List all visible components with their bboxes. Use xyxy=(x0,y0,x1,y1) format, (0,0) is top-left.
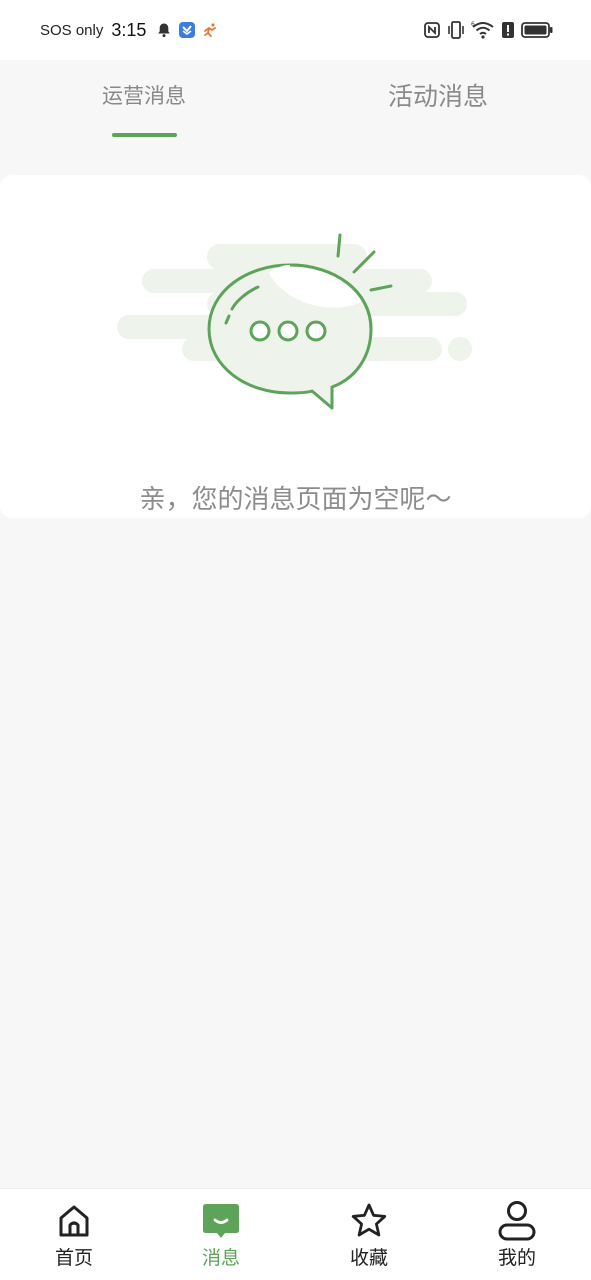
vibrate-icon xyxy=(447,20,465,40)
app-shield-icon xyxy=(178,21,196,39)
bell-icon xyxy=(156,22,172,38)
message-tabs: 运营消息 活动消息 xyxy=(0,60,591,150)
status-left: SOS only 3:15 xyxy=(40,20,218,41)
nav-label-home: 首页 xyxy=(54,1247,93,1269)
nfc-icon xyxy=(423,21,441,39)
tab-active-indicator xyxy=(112,133,177,137)
battery-icon xyxy=(521,21,553,39)
wifi-icon: 6 xyxy=(471,20,495,40)
status-right: 6 xyxy=(423,20,553,40)
nav-item-favorites[interactable]: 收藏 xyxy=(319,1189,419,1280)
message-icon xyxy=(201,1201,241,1241)
empty-state-card: 亲，您的消息页面为空呢～ xyxy=(0,175,591,518)
nav-item-profile[interactable]: 我的 xyxy=(467,1189,567,1280)
profile-icon xyxy=(497,1201,537,1241)
home-icon xyxy=(55,1201,93,1241)
tab-operations[interactable]: 运营消息 xyxy=(102,80,186,110)
nav-item-messages[interactable]: 消息 xyxy=(171,1189,271,1280)
bottom-navigation: 首页 消息 收藏 我的 xyxy=(0,1188,591,1280)
chat-bubble-icon xyxy=(112,229,477,418)
status-bar: SOS only 3:15 6 xyxy=(0,0,591,60)
nav-label-profile: 我的 xyxy=(497,1247,536,1269)
star-icon xyxy=(349,1201,389,1241)
empty-state-message: 亲，您的消息页面为空呢～ xyxy=(139,485,452,515)
tab-activities[interactable]: 活动消息 xyxy=(388,77,488,113)
alert-icon xyxy=(501,21,515,39)
nav-label-messages: 消息 xyxy=(201,1247,240,1269)
svg-text:6: 6 xyxy=(471,21,475,28)
clock-text: 3:15 xyxy=(111,19,147,40)
carrier-text: SOS only xyxy=(40,21,104,39)
app-runner-icon xyxy=(202,22,218,38)
nav-item-home[interactable]: 首页 xyxy=(24,1189,124,1280)
nav-label-favorites: 收藏 xyxy=(349,1247,388,1269)
